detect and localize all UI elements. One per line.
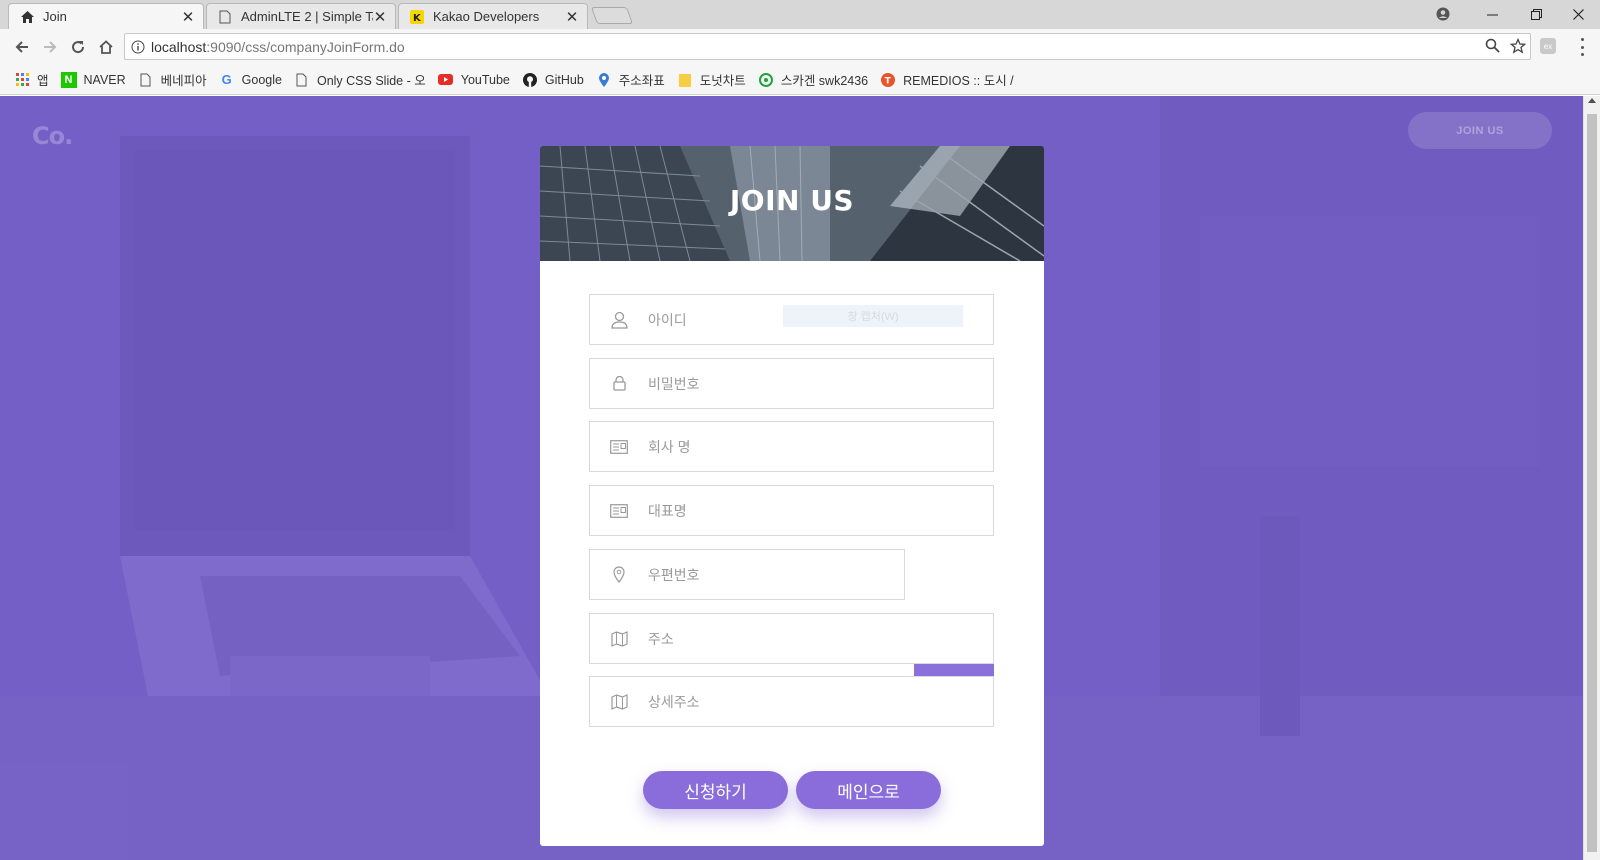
close-tab-icon[interactable]: ✕ [565,8,579,26]
bookmark-star-icon[interactable] [1509,37,1527,57]
bookmark-donut-chart[interactable]: 도넛차트 [677,70,746,89]
userid-placeholder: 아이디 [648,311,687,328]
back-icon[interactable] [8,33,36,61]
site-logo[interactable]: Co. [32,122,73,150]
menu-kebab-icon[interactable] [1574,38,1590,56]
postcode-placeholder: 우편번호 [648,566,700,583]
bookmark-apps[interactable]: 앱 [14,70,49,89]
bookmark-benepia[interactable]: 베네피아 [138,70,207,89]
address-detail-placeholder: 상세주소 [648,693,700,710]
id-card-icon [590,503,648,518]
bookmark-label: REMEDIOS :: 도시 / [903,74,1014,88]
ceo-name-placeholder: 대표명 [648,502,687,519]
home-button-icon[interactable] [92,33,120,61]
card-header: JOIN US [540,146,1044,261]
address-field[interactable]: 주소 [589,613,994,664]
id-card-icon [590,439,648,454]
scroll-up-arrow-icon[interactable] [1588,98,1596,103]
close-tab-icon[interactable]: ✕ [373,8,387,26]
address-placeholder: 주소 [648,630,674,647]
document-icon [217,9,233,25]
user-icon [590,311,648,329]
tab-title: Kakao Developers [433,9,540,24]
bookmark-github[interactable]: GitHub [522,72,584,88]
tab-title: AdminLTE 2 | Simple Tab [241,9,373,24]
header-join-us-button[interactable]: JOIN US [1408,112,1552,149]
map-icon [590,693,648,710]
svg-text:K: K [413,13,422,24]
naver-icon: N [60,71,77,88]
map-pin-icon [596,72,612,88]
tab-join[interactable]: Join ✕ [8,3,204,29]
join-form-card: JOIN US 아이디 창 캡처(W) 비밀번호 회사 명 대표명 우편번호 주… [540,146,1044,846]
document-icon [138,72,154,88]
capture-tooltip: 창 캡처(W) [783,305,963,327]
extension-icon[interactable]: ex [1540,38,1556,54]
bookmark-label: 도넛차트 [699,74,746,88]
bookmark-remedios[interactable]: T REMEDIOS :: 도시 / [880,70,1014,89]
url-text: localhost:9090/css/companyJoinForm.do [151,38,405,55]
bookmark-only-css-slide[interactable]: Only CSS Slide - 오 [294,70,426,89]
company-name-placeholder: 회사 명 [648,438,691,455]
company-name-field[interactable]: 회사 명 [589,421,994,472]
folder-icon [677,72,693,88]
bookmark-address-coords[interactable]: 주소좌표 [596,70,665,89]
tab-title: Join [43,9,67,24]
minimize-icon[interactable] [1470,0,1514,28]
github-icon [522,72,538,88]
bookmark-youtube[interactable]: YouTube [438,72,510,88]
apps-grid-icon [14,72,30,88]
ceo-name-field[interactable]: 대표명 [589,485,994,536]
bookmark-skagen[interactable]: 스카겐 swk2436 [758,70,868,89]
address-detail-field[interactable]: 상세주소 [589,676,994,727]
remedios-icon: T [880,72,896,88]
browser-toolbar: localhost:9090/css/companyJoinForm.do ex [0,29,1600,65]
restore-icon[interactable] [1514,0,1558,28]
document-icon [294,72,310,88]
forward-icon[interactable] [36,33,64,61]
svg-text:T: T [885,76,892,86]
zoom-search-icon[interactable] [1485,38,1500,56]
password-placeholder: 비밀번호 [648,375,700,392]
card-title: JOIN US [729,184,855,217]
bookmark-label: Only CSS Slide - 오 [316,74,426,88]
bookmark-label: 주소좌표 [618,74,665,88]
password-field[interactable]: 비밀번호 [589,358,994,409]
page-scrollbar[interactable] [1583,96,1600,860]
tab-adminlte[interactable]: AdminLTE 2 | Simple Tab ✕ [206,3,396,29]
map-icon [590,630,648,647]
kakao-icon: K [409,9,425,25]
bookmark-label: 베네피아 [160,74,207,88]
userid-field[interactable]: 아이디 창 캡처(W) [589,294,994,345]
bookmarks-bar: 앱 N NAVER 베네피아 G Google Only CSS Slide -… [0,65,1600,95]
bookmark-label: GitHub [544,72,584,87]
bookmark-label: 스카겐 swk2436 [780,74,869,88]
postcode-field[interactable]: 우편번호 [589,549,905,600]
scroll-thumb[interactable] [1587,114,1597,852]
close-window-icon[interactable] [1556,0,1600,28]
info-icon[interactable] [125,40,151,54]
reload-icon[interactable] [64,33,92,61]
bookmark-label: 앱 [37,74,49,88]
google-icon: G [221,72,232,87]
page-viewport: Co. JOIN US JOIN US 아이디 창 캡처(W) 비밀번호 회사 … [0,96,1583,860]
bookmark-label: NAVER [83,72,126,87]
lock-icon [590,376,648,391]
youtube-icon [438,72,454,88]
new-tab-button[interactable] [590,7,634,24]
submit-apply-button[interactable]: 신청하기 [643,771,788,809]
address-bar[interactable]: localhost:9090/css/companyJoinForm.do [124,33,1531,60]
bookmark-label: YouTube [460,72,510,87]
browser-tab-strip: Join ✕ AdminLTE 2 | Simple Tab ✕ K Kakao… [0,0,1600,29]
shield-icon [758,72,774,88]
location-pin-icon [590,566,648,583]
tab-kakao-developers[interactable]: K Kakao Developers ✕ [398,3,588,29]
home-icon [19,9,35,25]
bookmark-naver[interactable]: N NAVER [60,71,126,88]
bookmark-google[interactable]: G Google [219,72,282,88]
profile-icon[interactable] [1428,0,1458,28]
close-tab-icon[interactable]: ✕ [181,8,195,26]
bookmark-label: Google [241,72,282,87]
go-main-button[interactable]: 메인으로 [796,771,941,809]
